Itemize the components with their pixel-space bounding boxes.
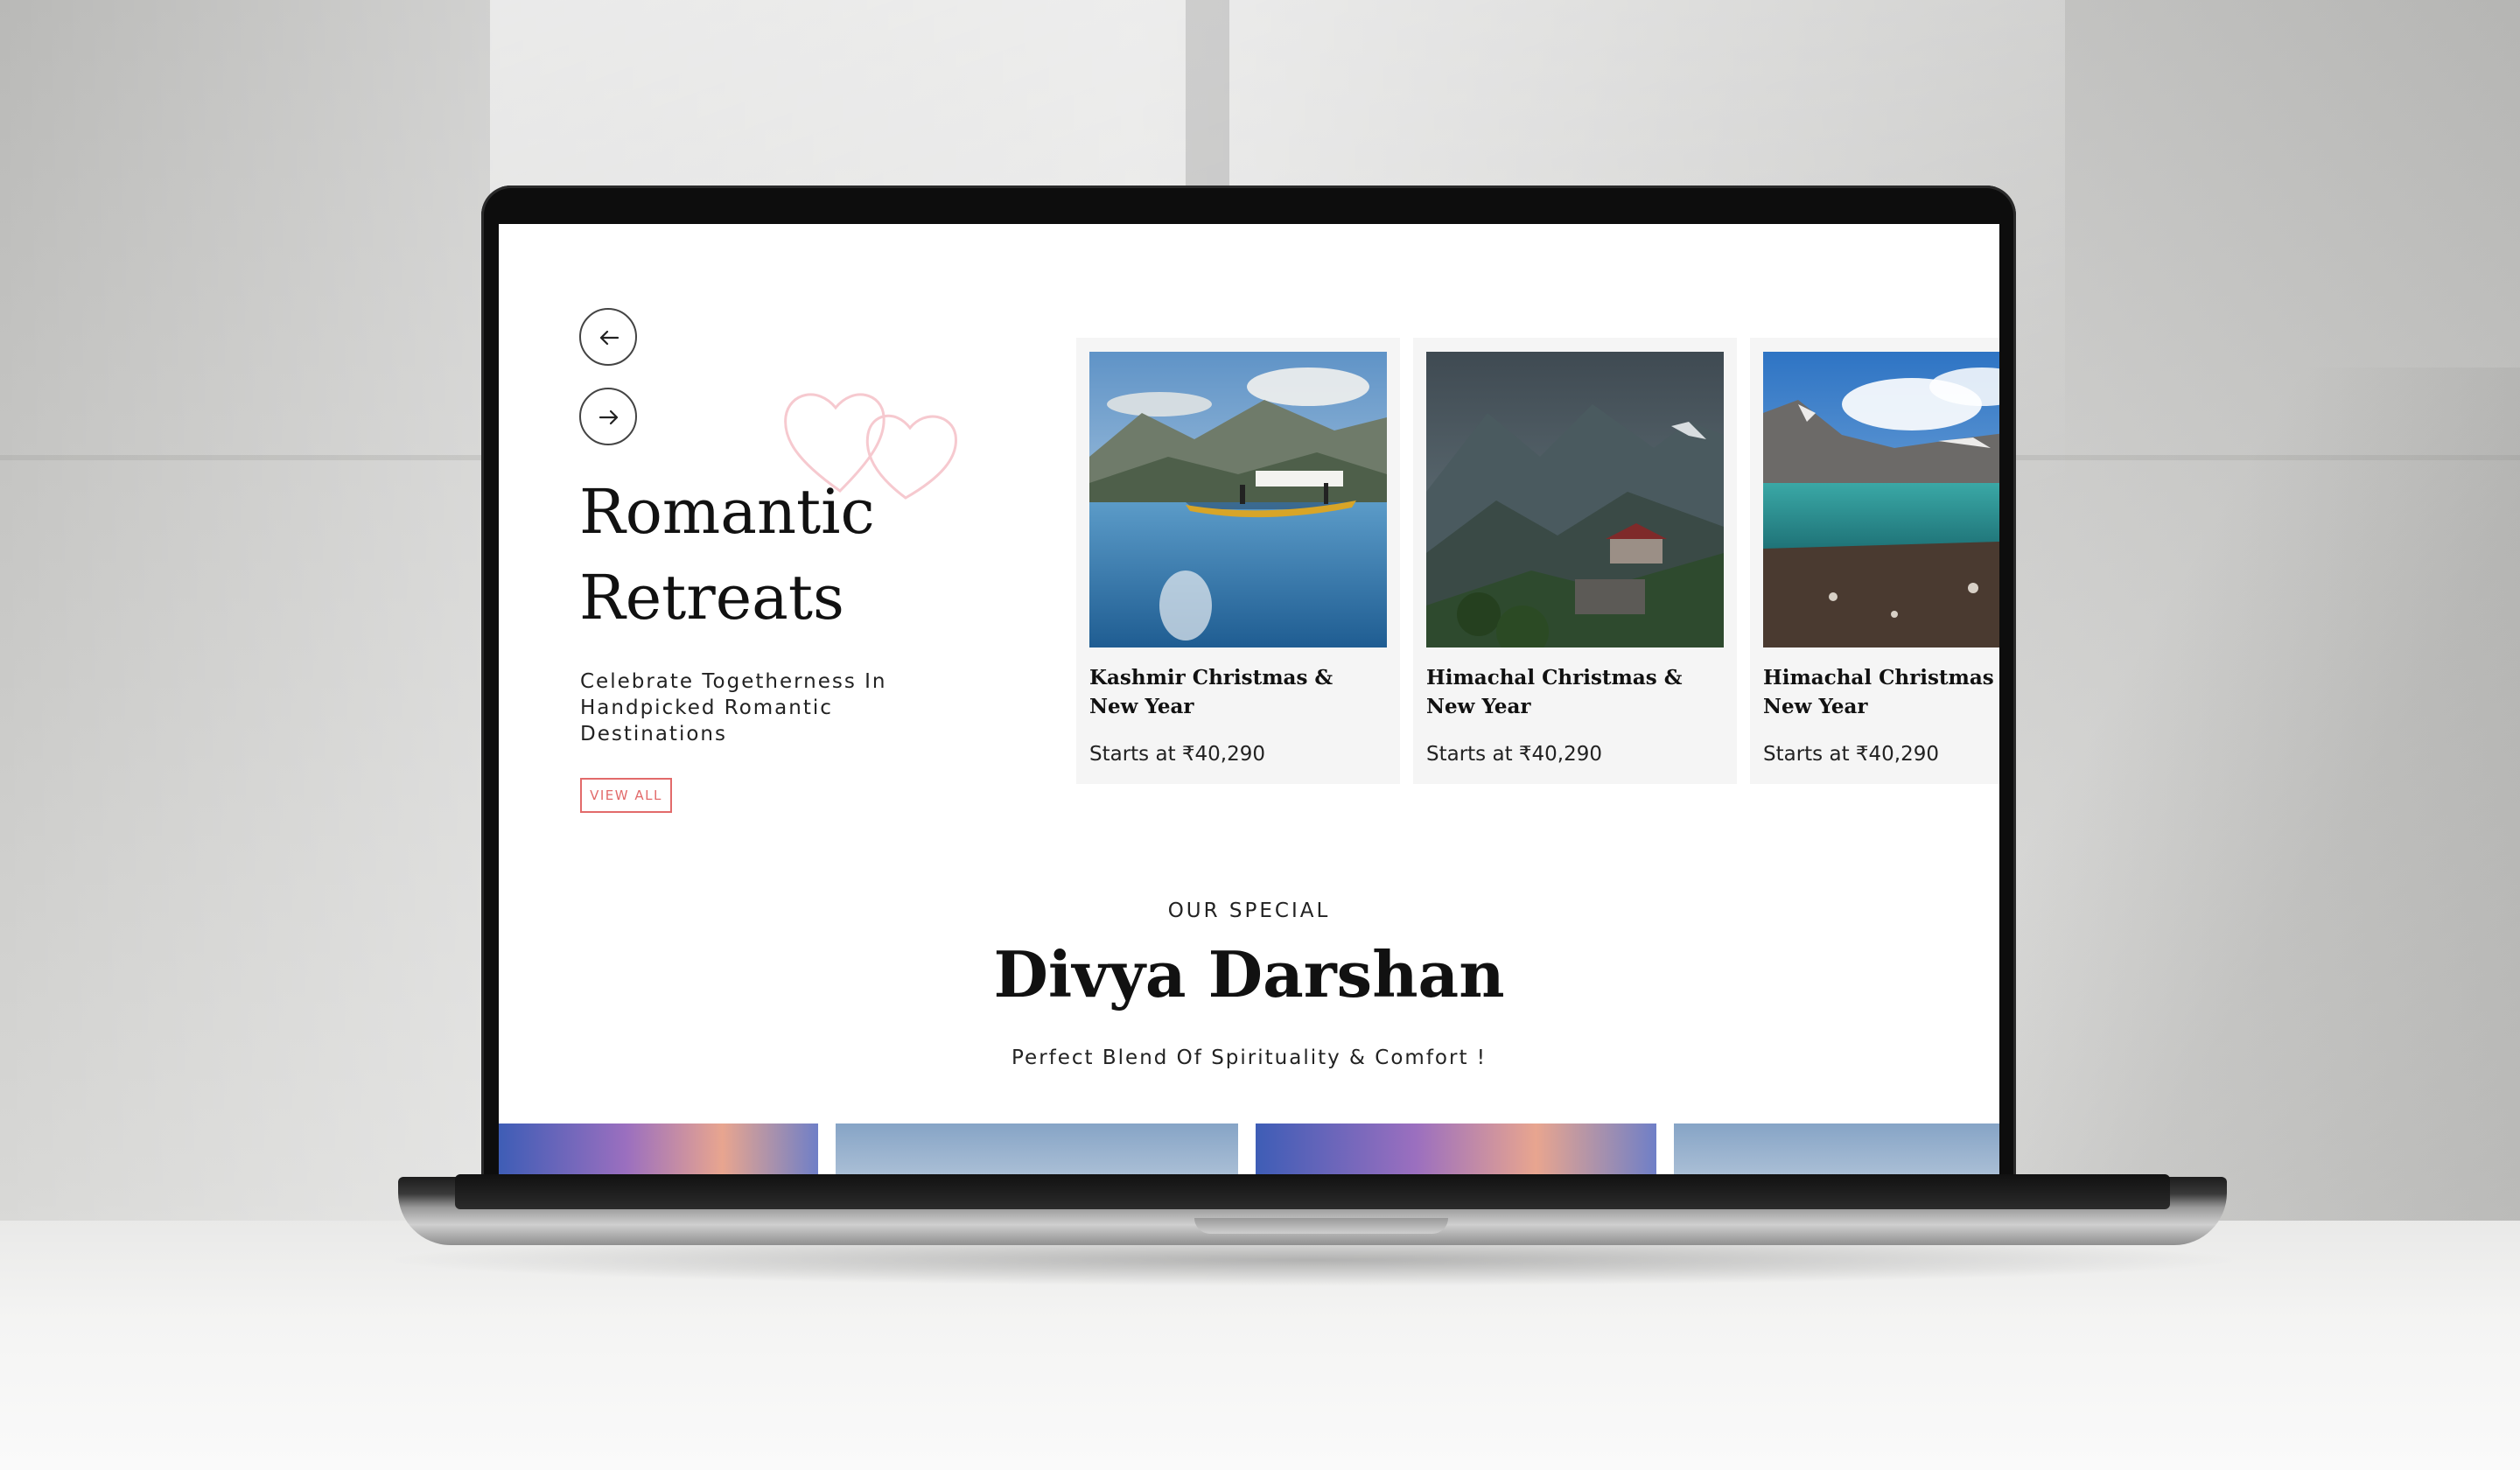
section-title-divya: Divya Darshan [993,937,1505,1012]
wall-shadow [1995,368,2520,1225]
window-frame [1186,0,1229,201]
package-photo [1763,352,1999,648]
carousel-prev-button[interactable] [579,308,637,366]
package-photo [1426,352,1724,648]
divya-card-image[interactable] [1674,1124,1999,1174]
section-eyebrow: OUR SPECIAL [1167,900,1331,922]
package-photo [1089,352,1387,648]
package-card[interactable]: Himachal Christmas & New Year Starts at … [1413,338,1737,784]
section-subtitle-romantic: Celebrate Togetherness In Handpicked Rom… [580,670,887,746]
arrow-right-icon [598,410,619,425]
package-name: Himachal Christmas & New Year [1763,666,1999,718]
package-price: Starts at ₹40,290 [1089,743,1266,766]
package-card[interactable]: Kashmir Christmas & New Year Starts at ₹… [1076,338,1400,784]
view-all-button[interactable]: VIEW ALL [580,778,672,813]
arrow-left-icon [599,330,620,346]
carousel-next-button[interactable] [579,388,637,445]
section-subtitle-divya: Perfect Blend Of Spirituality & Comfort … [1012,1046,1487,1069]
laptop-notch [1194,1218,1448,1234]
laptop-screen: Romantic Retreats Celebrate Togetherness… [499,224,1999,1174]
package-name: Himachal Christmas & New Year [1426,666,1683,718]
package-name: Kashmir Christmas & New Year [1089,666,1334,718]
divya-card-image[interactable] [1256,1124,1656,1174]
divya-card-image[interactable] [499,1124,818,1174]
package-price: Starts at ₹40,290 [1426,743,1603,766]
divya-card-image[interactable] [836,1124,1238,1174]
section-title-romantic: Romantic Retreats [579,476,875,634]
package-card[interactable]: Himachal Christmas & New Year Starts at … [1750,338,1999,784]
laptop-keyboard [455,1174,2170,1209]
package-price: Starts at ₹40,290 [1763,743,1940,766]
